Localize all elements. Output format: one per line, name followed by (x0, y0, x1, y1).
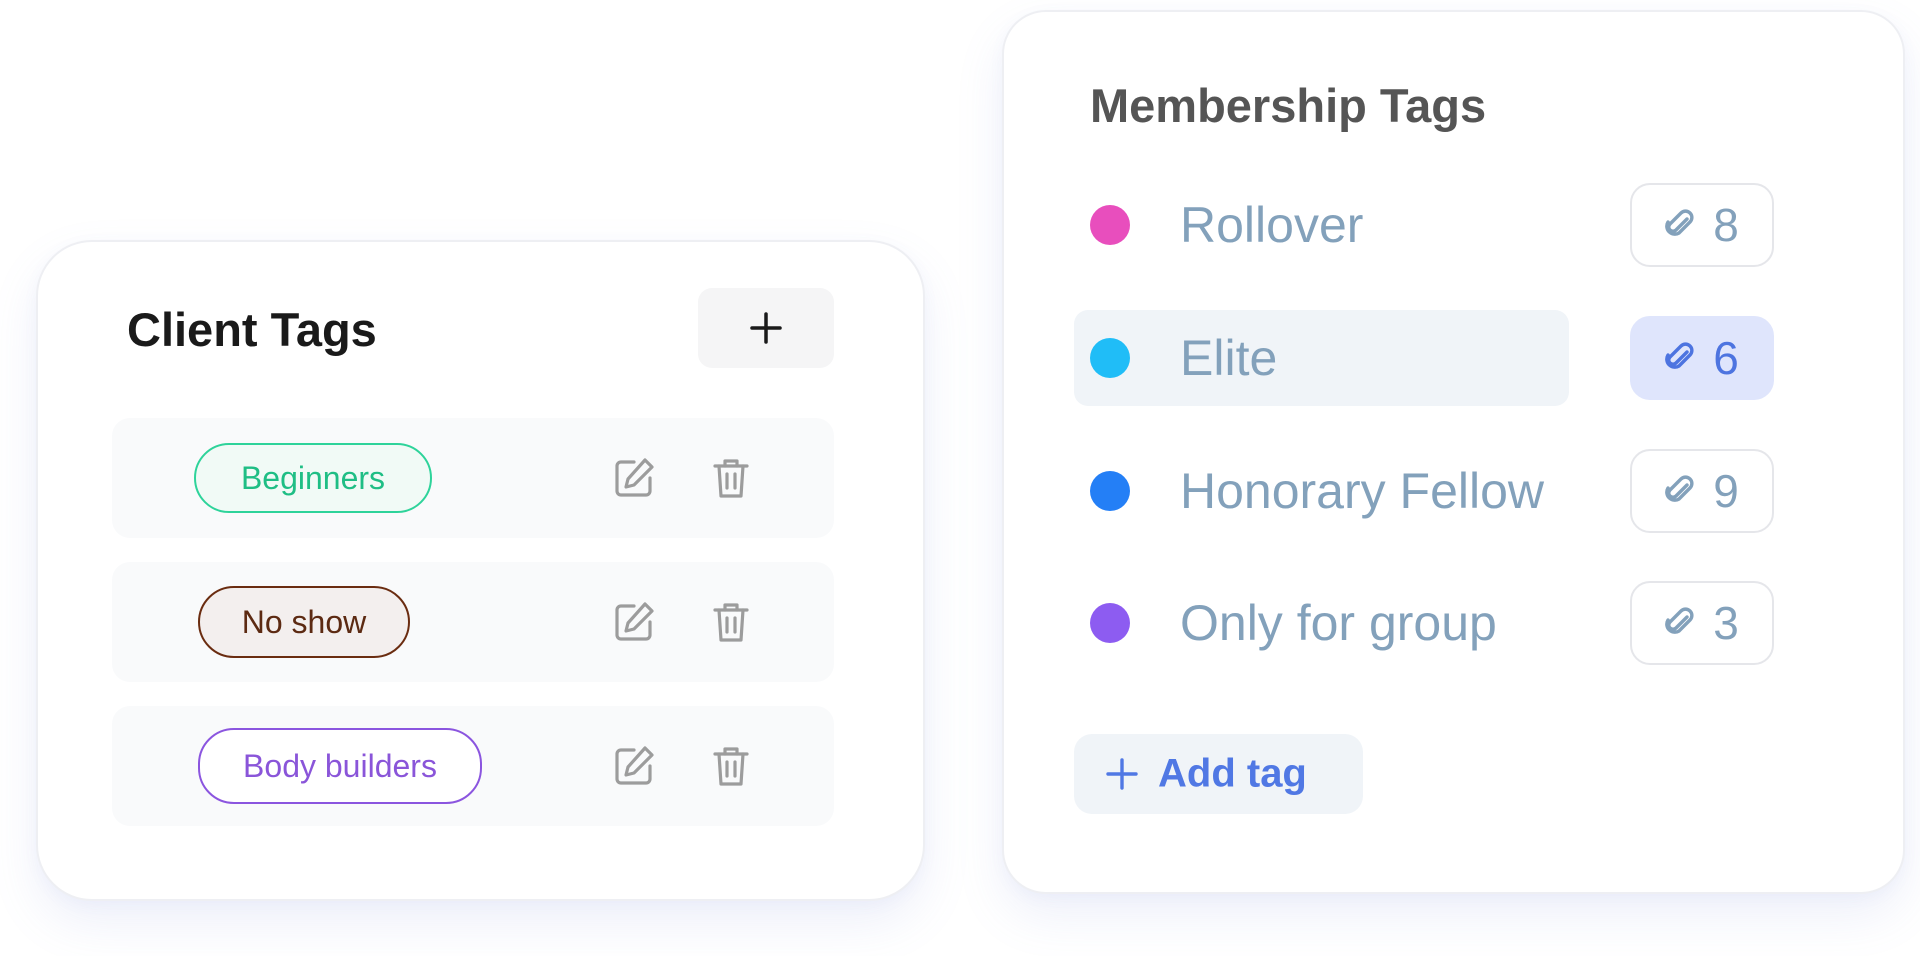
paperclip-icon (1665, 342, 1694, 369)
tag-usage-count: 3 (1713, 597, 1739, 649)
tag-usage-count-button[interactable]: 3 (1630, 581, 1774, 665)
client-tags-card: Client Tags Beginners No show Body build… (36, 240, 925, 901)
add-tag-button[interactable]: Add tag (1074, 734, 1363, 814)
tag-usage-count: 6 (1713, 332, 1739, 384)
membership-tags-card: Membership Tags Rollover 8 Elite 6 Honor… (1002, 10, 1905, 894)
client-tag-row-beginners: Beginners (112, 418, 834, 538)
paperclip-icon (1665, 607, 1694, 634)
tag-usage-count-button[interactable]: 9 (1630, 449, 1774, 533)
plus-icon (1106, 758, 1138, 790)
paperclip-icon (1665, 209, 1694, 236)
trash-icon[interactable] (707, 742, 755, 790)
tag-color-dot (1090, 471, 1130, 511)
membership-tag-label: Only for group (1180, 595, 1497, 651)
paperclip-icon (1665, 475, 1694, 502)
tag-color-dot (1090, 205, 1130, 245)
tag-pill-no-show[interactable]: No show (198, 586, 410, 658)
tag-pill-body-builders[interactable]: Body builders (198, 728, 482, 804)
membership-tag-label: Honorary Fellow (1180, 463, 1545, 519)
trash-icon[interactable] (707, 454, 755, 502)
edit-icon[interactable] (610, 742, 658, 790)
add-tag-label: Add tag (1158, 751, 1307, 796)
membership-tag-label: Rollover (1180, 197, 1364, 253)
tag-usage-count: 9 (1713, 465, 1739, 517)
tag-pill-beginners[interactable]: Beginners (194, 443, 432, 513)
trash-icon[interactable] (707, 598, 755, 646)
membership-tag-elite[interactable]: Elite (1074, 310, 1569, 406)
client-tag-row-body-builders: Body builders (112, 706, 834, 826)
edit-icon[interactable] (610, 454, 658, 502)
tag-usage-count-button[interactable]: 6 (1630, 316, 1774, 400)
add-client-tag-button[interactable] (698, 288, 834, 368)
tag-usage-count: 8 (1713, 199, 1739, 251)
membership-tag-label: Elite (1180, 330, 1278, 386)
membership-tags-title: Membership Tags (1090, 79, 1487, 132)
membership-tag-honorary-fellow[interactable]: Honorary Fellow (1074, 443, 1569, 539)
client-tags-title: Client Tags (127, 303, 377, 356)
edit-icon[interactable] (610, 598, 658, 646)
tag-usage-count-button[interactable]: 8 (1630, 183, 1774, 267)
membership-tag-rollover[interactable]: Rollover (1074, 177, 1569, 273)
plus-icon (750, 312, 782, 344)
membership-tag-only-for-group[interactable]: Only for group (1074, 575, 1569, 671)
tag-color-dot (1090, 338, 1130, 378)
tag-color-dot (1090, 603, 1130, 643)
client-tag-row-no-show: No show (112, 562, 834, 682)
